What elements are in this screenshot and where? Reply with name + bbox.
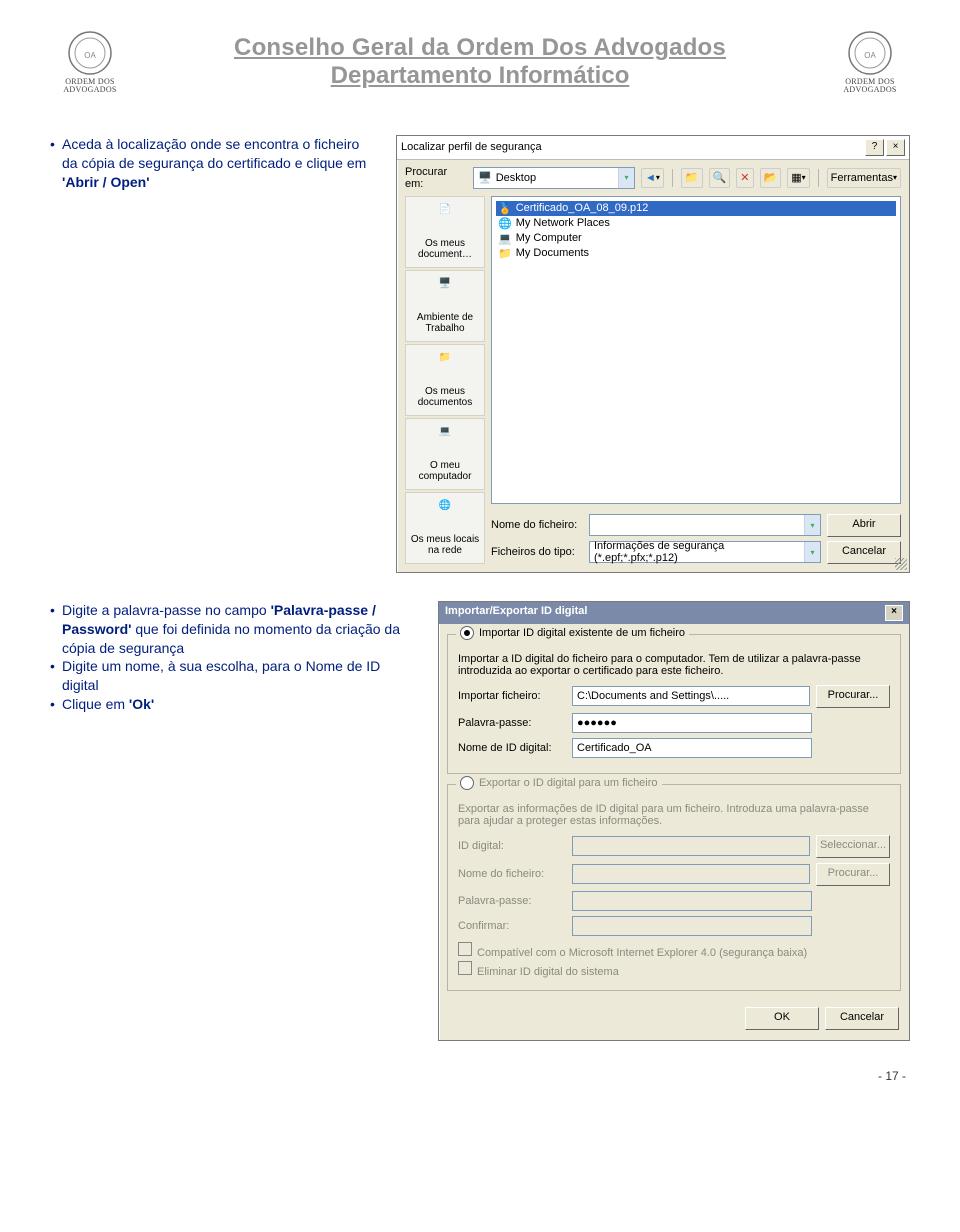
- close-button[interactable]: ×: [885, 605, 903, 621]
- delete-button[interactable]: ✕: [736, 168, 753, 188]
- iddigital-label: ID digital:: [458, 840, 566, 852]
- confirm-input: [572, 916, 812, 936]
- cancel-button[interactable]: Cancelar: [827, 541, 901, 564]
- places-item[interactable]: 📁Os meus documentos: [405, 344, 485, 416]
- import-export-dialog: Importar/Exportar ID digital × Importar …: [438, 601, 910, 1041]
- export-legend: Exportar o ID digital para um ficheiro: [479, 777, 658, 789]
- cancel-button[interactable]: Cancelar: [825, 1007, 899, 1030]
- file-item[interactable]: 📁My Documents: [496, 246, 896, 261]
- export-filename-label: Nome do ficheiro:: [458, 868, 566, 880]
- svg-text:OA: OA: [84, 51, 96, 60]
- filename-label: Nome do ficheiro:: [491, 519, 583, 531]
- logo-text: ORDEM DOSADVOGADOS: [830, 78, 910, 95]
- seal-icon: OA: [67, 30, 113, 76]
- export-radio[interactable]: [460, 776, 474, 790]
- back-button[interactable]: ◄▾: [641, 168, 664, 188]
- dialog-titlebar: Localizar perfil de segurança ? ×: [397, 136, 909, 160]
- page-number: - 17 -: [50, 1069, 910, 1083]
- places-item[interactable]: 💻O meu computador: [405, 418, 485, 490]
- svg-text:OA: OA: [864, 51, 876, 60]
- export-desc: Exportar as informações de ID digital pa…: [458, 803, 890, 827]
- places-item[interactable]: 📄Os meus document…: [405, 196, 485, 268]
- delete-label: Eliminar ID digital do sistema: [477, 966, 619, 978]
- browse-button: Procurar...: [816, 863, 890, 886]
- folder-icon: 📁: [498, 247, 512, 260]
- delete-checkbox: [458, 961, 472, 975]
- filetype-combo[interactable]: Informações de segurança (*.epf;*.pfx;*.…: [589, 541, 821, 563]
- dialog-title: Importar/Exportar ID digital: [445, 605, 587, 621]
- filename-input[interactable]: ▾: [589, 514, 821, 536]
- views-button[interactable]: ▦▾: [787, 168, 809, 188]
- password-input[interactable]: ●●●●●●: [572, 713, 812, 733]
- doc-title: Conselho Geral da Ordem Dos Advogados De…: [148, 34, 812, 90]
- instruction-block-2: Digite a palavra-passe no campo 'Palavra…: [50, 601, 420, 714]
- places-item[interactable]: 🖥️Ambiente de Trabalho: [405, 270, 485, 342]
- logo-right: OA ORDEM DOSADVOGADOS: [830, 30, 910, 95]
- dialog-title: Localizar perfil de segurança: [401, 141, 863, 153]
- ok-button[interactable]: OK: [745, 1007, 819, 1030]
- password-label: Palavra-passe:: [458, 717, 566, 729]
- close-button[interactable]: ×: [886, 139, 905, 156]
- seal-icon: OA: [847, 30, 893, 76]
- filetype-label: Ficheiros do tipo:: [491, 546, 583, 558]
- search-button[interactable]: 🔍: [709, 168, 731, 188]
- import-legend: Importar ID digital existente de um fich…: [479, 627, 685, 639]
- compat-label: Compatível com o Microsoft Internet Expl…: [477, 947, 807, 959]
- resize-grip[interactable]: [895, 558, 907, 570]
- export-filename-input: [572, 864, 810, 884]
- dialog-toolbar: Procurar em: 🖥️ Desktop ▾ ◄▾ 📁 🔍 ✕ 📂 ▦▾ …: [405, 166, 901, 190]
- doc-header: OA ORDEM DOSADVOGADOS Conselho Geral da …: [50, 30, 910, 95]
- export-group: Exportar o ID digital para um ficheiro E…: [447, 784, 901, 991]
- look-in-combo[interactable]: 🖥️ Desktop ▾: [473, 167, 635, 189]
- network-icon: 🌐: [498, 217, 512, 230]
- new-folder-button[interactable]: 📂: [760, 168, 782, 188]
- places-item[interactable]: 🌐Os meus locais na rede: [405, 492, 485, 564]
- dialog-titlebar: Importar/Exportar ID digital ×: [439, 602, 909, 624]
- confirm-label: Confirmar:: [458, 920, 566, 932]
- chevron-down-icon[interactable]: ▾: [618, 168, 634, 188]
- import-file-label: Importar ficheiro:: [458, 690, 566, 702]
- places-bar: 📄Os meus document… 🖥️Ambiente de Trabalh…: [405, 196, 485, 564]
- import-radio[interactable]: [460, 626, 474, 640]
- browse-button[interactable]: Procurar...: [816, 685, 890, 708]
- instruction-block-1: Aceda à localização onde se encontra o f…: [50, 135, 378, 192]
- file-list[interactable]: 🏅Certificado_OA_08_09.p12 🌐My Network Pl…: [491, 196, 901, 504]
- import-group: Importar ID digital existente de um fich…: [447, 634, 901, 774]
- help-button[interactable]: ?: [865, 139, 884, 156]
- import-file-input[interactable]: C:\Documents and Settings\.....: [572, 686, 810, 706]
- file-open-dialog: Localizar perfil de segurança ? × Procur…: [396, 135, 910, 573]
- logo-text: ORDEM DOSADVOGADOS: [50, 78, 130, 95]
- idname-input[interactable]: Certificado_OA: [572, 738, 812, 758]
- password2-label: Palavra-passe:: [458, 895, 566, 907]
- import-desc: Importar a ID digital do ficheiro para o…: [458, 653, 890, 677]
- file-item[interactable]: 💻My Computer: [496, 231, 896, 246]
- certificate-icon: 🏅: [498, 202, 512, 215]
- chevron-down-icon[interactable]: ▾: [804, 515, 820, 535]
- iddigital-input: [572, 836, 810, 856]
- look-in-label: Procurar em:: [405, 166, 467, 190]
- open-button[interactable]: Abrir: [827, 514, 901, 537]
- file-item[interactable]: 🏅Certificado_OA_08_09.p12: [496, 201, 896, 216]
- compat-checkbox: [458, 942, 472, 956]
- idname-label: Nome de ID digital:: [458, 742, 566, 754]
- password2-input: [572, 891, 812, 911]
- select-button: Seleccionar...: [816, 835, 890, 858]
- computer-icon: 💻: [498, 232, 512, 245]
- file-item[interactable]: 🌐My Network Places: [496, 216, 896, 231]
- logo-left: OA ORDEM DOSADVOGADOS: [50, 30, 130, 95]
- up-button[interactable]: 📁: [681, 168, 703, 188]
- chevron-down-icon[interactable]: ▾: [804, 542, 820, 562]
- desktop-icon: 🖥️: [478, 171, 492, 184]
- tools-menu[interactable]: Ferramentas ▾: [827, 168, 901, 188]
